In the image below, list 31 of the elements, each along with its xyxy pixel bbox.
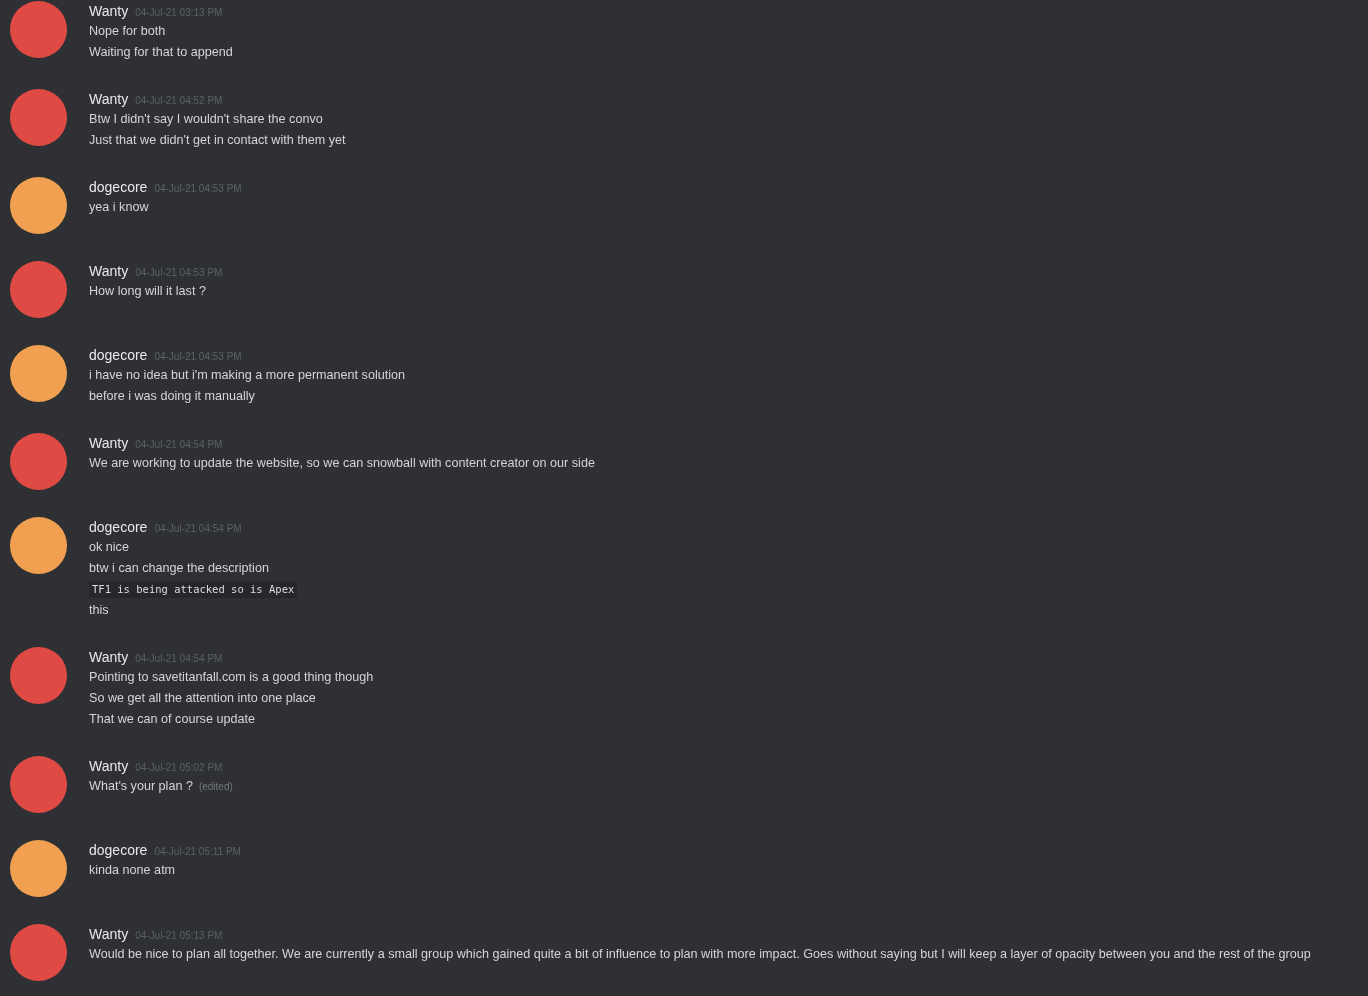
- message-text: We are working to update the website, so we can snowball with content creator on our side: [89, 455, 595, 473]
- message-text: That we can of course update: [89, 711, 255, 729]
- message-text: What's your plan ?: [89, 778, 193, 796]
- message-text: yea i know: [89, 199, 149, 217]
- username[interactable]: dogecore: [89, 517, 148, 538]
- message-text: kinda none atm: [89, 862, 176, 880]
- username[interactable]: Wanty: [89, 433, 129, 454]
- message-text: Btw I didn't say I wouldn't share the convo: [89, 111, 323, 129]
- message-text: Pointing to savetitanfall.com is a good thing though: [89, 669, 374, 687]
- message-text: Nope for both: [89, 23, 166, 41]
- username[interactable]: dogecore: [89, 840, 148, 861]
- message-text: btw i can change the description: [89, 560, 269, 578]
- message-text: ok nice: [89, 539, 129, 557]
- username[interactable]: dogecore: [89, 345, 148, 366]
- username[interactable]: Wanty: [89, 924, 129, 945]
- code-snippet: TF1 is being attacked so is Apex: [89, 580, 298, 599]
- username[interactable]: Wanty: [89, 261, 129, 282]
- message-text: So we get all the attention into one place: [89, 690, 316, 708]
- message-text: How long will it last ?: [89, 283, 206, 301]
- username[interactable]: Wanty: [89, 1, 129, 22]
- username[interactable]: Wanty: [89, 89, 129, 110]
- message-text: i have no idea but i'm making a more permanent solution: [89, 367, 406, 385]
- message-text: Just that we didn't get in contact with them yet: [89, 132, 346, 150]
- edited-label: (edited): [198, 780, 233, 794]
- message-text: this: [89, 602, 109, 620]
- username[interactable]: Wanty: [89, 756, 129, 777]
- message-text: Waiting for that to append: [89, 44, 233, 62]
- message-text: before i was doing it manually: [89, 388, 255, 406]
- message-text: Would be nice to plan all together. We are currently a small group which gained quite a bit of influence to plan with more impact. Goes without saying but I will keep a layer of opacity between you and the rest of the group: [89, 946, 1311, 964]
- username[interactable]: dogecore: [89, 177, 148, 198]
- username[interactable]: Wanty: [89, 647, 129, 668]
